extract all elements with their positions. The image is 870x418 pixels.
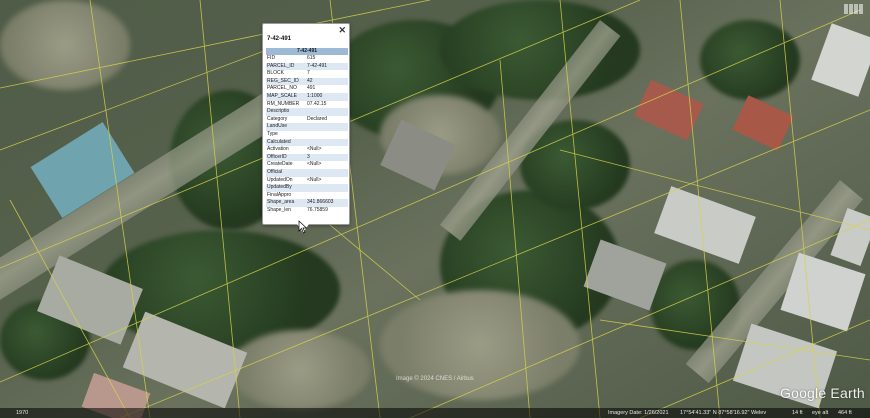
table-row: Official <box>266 168 348 177</box>
table-row: PARCEL_ID 7-42-491 <box>266 62 348 71</box>
status-bar: 1970 Imagery Date: 1/26/2021 17°54'41.33… <box>0 408 870 418</box>
attribute-key: Shape_len <box>267 206 291 213</box>
attribute-key: OfficerID <box>266 153 306 162</box>
table-row: BLOCK 7 <box>266 70 348 78</box>
attribute-key: MAP_SCALE <box>266 92 306 101</box>
table-row: RM_NUMBER 07.42.15 <box>266 101 348 109</box>
parcel-info-popup: ✕ 7-42-491 7-42-491 FID 615 PARCEL_ID 7-42-… <box>262 23 350 233</box>
attribute-key: FID <box>267 55 276 61</box>
attribute-value: 3 <box>306 153 348 162</box>
coordinates: 17°54'41.33" N 87°58'16.92" W <box>680 410 757 416</box>
attribute-key: Shape_area <box>266 199 306 207</box>
attribute-value <box>306 131 348 139</box>
attribute-value <box>306 138 348 147</box>
attribute-value <box>306 108 348 116</box>
table-row: FinalAppro <box>266 192 348 200</box>
attribute-key: Calculated <box>266 138 306 147</box>
elev-label: elev <box>756 410 767 416</box>
eye-alt-label: eye alt <box>812 410 829 416</box>
attribute-value: 07.42.15 <box>307 100 327 107</box>
attribute-value: 615 <box>307 55 316 61</box>
attribute-value <box>306 192 348 200</box>
table-row: UpdatedBy <box>266 184 348 192</box>
attribute-key: Official <box>266 168 306 177</box>
attribute-value: 341.866603 <box>306 199 348 207</box>
attribute-key: PARCEL_ID <box>266 62 306 71</box>
table-row: FID 615 <box>266 55 348 63</box>
tour-icon[interactable] <box>844 4 866 14</box>
attribute-value: 76.75859 <box>307 206 328 213</box>
attribute-value <box>306 184 348 192</box>
close-icon[interactable]: ✕ <box>338 25 346 35</box>
attribute-table: 7-42-491 FID 615 PARCEL_ID 7-42-491 BLOCK 7 RE… <box>266 48 348 214</box>
table-row: Descriptio <box>266 108 348 116</box>
attribute-key: Type <box>267 130 278 137</box>
table-row: Calculated <box>266 138 348 147</box>
attribute-value: 42 <box>306 77 348 86</box>
attribute-value <box>306 168 348 177</box>
table-row: LandUse <box>266 123 348 131</box>
attribute-key: Category <box>267 115 288 122</box>
attribute-value: 7-42-491 <box>306 62 348 71</box>
table-row: Type <box>266 131 348 139</box>
attribute-key: Descriptio <box>266 108 306 116</box>
attribute-value: <Null> <box>307 161 322 168</box>
attribute-key: FinalAppro <box>267 191 292 198</box>
imagery-date: Imagery Date: 1/26/2021 <box>608 410 669 416</box>
google-earth-logo: Google Earth <box>780 385 865 401</box>
attribute-key: UpdatedOn <box>267 176 293 183</box>
attribute-key: Activation <box>267 146 289 153</box>
table-row: Shape_area 341.866603 <box>266 199 348 207</box>
mouse-cursor-icon <box>298 220 308 234</box>
table-row: MAP_SCALE 1:1000 <box>266 92 348 101</box>
attribute-value: <Null> <box>307 146 322 153</box>
table-row: CreateDate <Null> <box>266 161 348 169</box>
attribute-value: 1:1000 <box>306 92 348 101</box>
attribute-key: RM_NUMBER <box>267 100 300 107</box>
status-left: 1970 <box>16 410 29 416</box>
attribute-key: CreateDate <box>267 161 293 168</box>
attribute-key: UpdatedBy <box>266 184 306 192</box>
table-row: REG_SEC_ID 42 <box>266 77 348 86</box>
attribute-key: LandUse <box>266 123 306 131</box>
eye-alt-value: 464 ft <box>838 410 852 416</box>
table-row: Category Declared <box>266 116 348 124</box>
attribute-value: <Null> <box>307 176 322 183</box>
attribute-key: BLOCK <box>267 70 284 77</box>
table-row: UpdatedOn <Null> <box>266 177 348 185</box>
elev-value: 14 ft <box>792 410 803 416</box>
table-row: Activation <Null> <box>266 146 348 154</box>
table-row: Shape_len 76.75859 <box>266 207 348 215</box>
table-row: OfficerID 3 <box>266 153 348 162</box>
satellite-map[interactable] <box>0 0 870 418</box>
attribute-key: REG_SEC_ID <box>266 77 306 86</box>
attribute-value: Declared <box>307 115 328 122</box>
imagery-attribution: Image © 2024 CNES / Airbus <box>396 376 474 382</box>
attribute-value: 491 <box>307 85 316 92</box>
parcel-boundaries <box>0 0 870 418</box>
attribute-key: PARCEL_NO <box>267 85 297 92</box>
attribute-value <box>306 123 348 131</box>
table-row: PARCEL_NO 491 <box>266 85 348 93</box>
table-header: 7-42-491 <box>266 48 348 55</box>
popup-title: 7-42-491 <box>267 36 292 42</box>
attribute-value: 7 <box>307 70 310 77</box>
